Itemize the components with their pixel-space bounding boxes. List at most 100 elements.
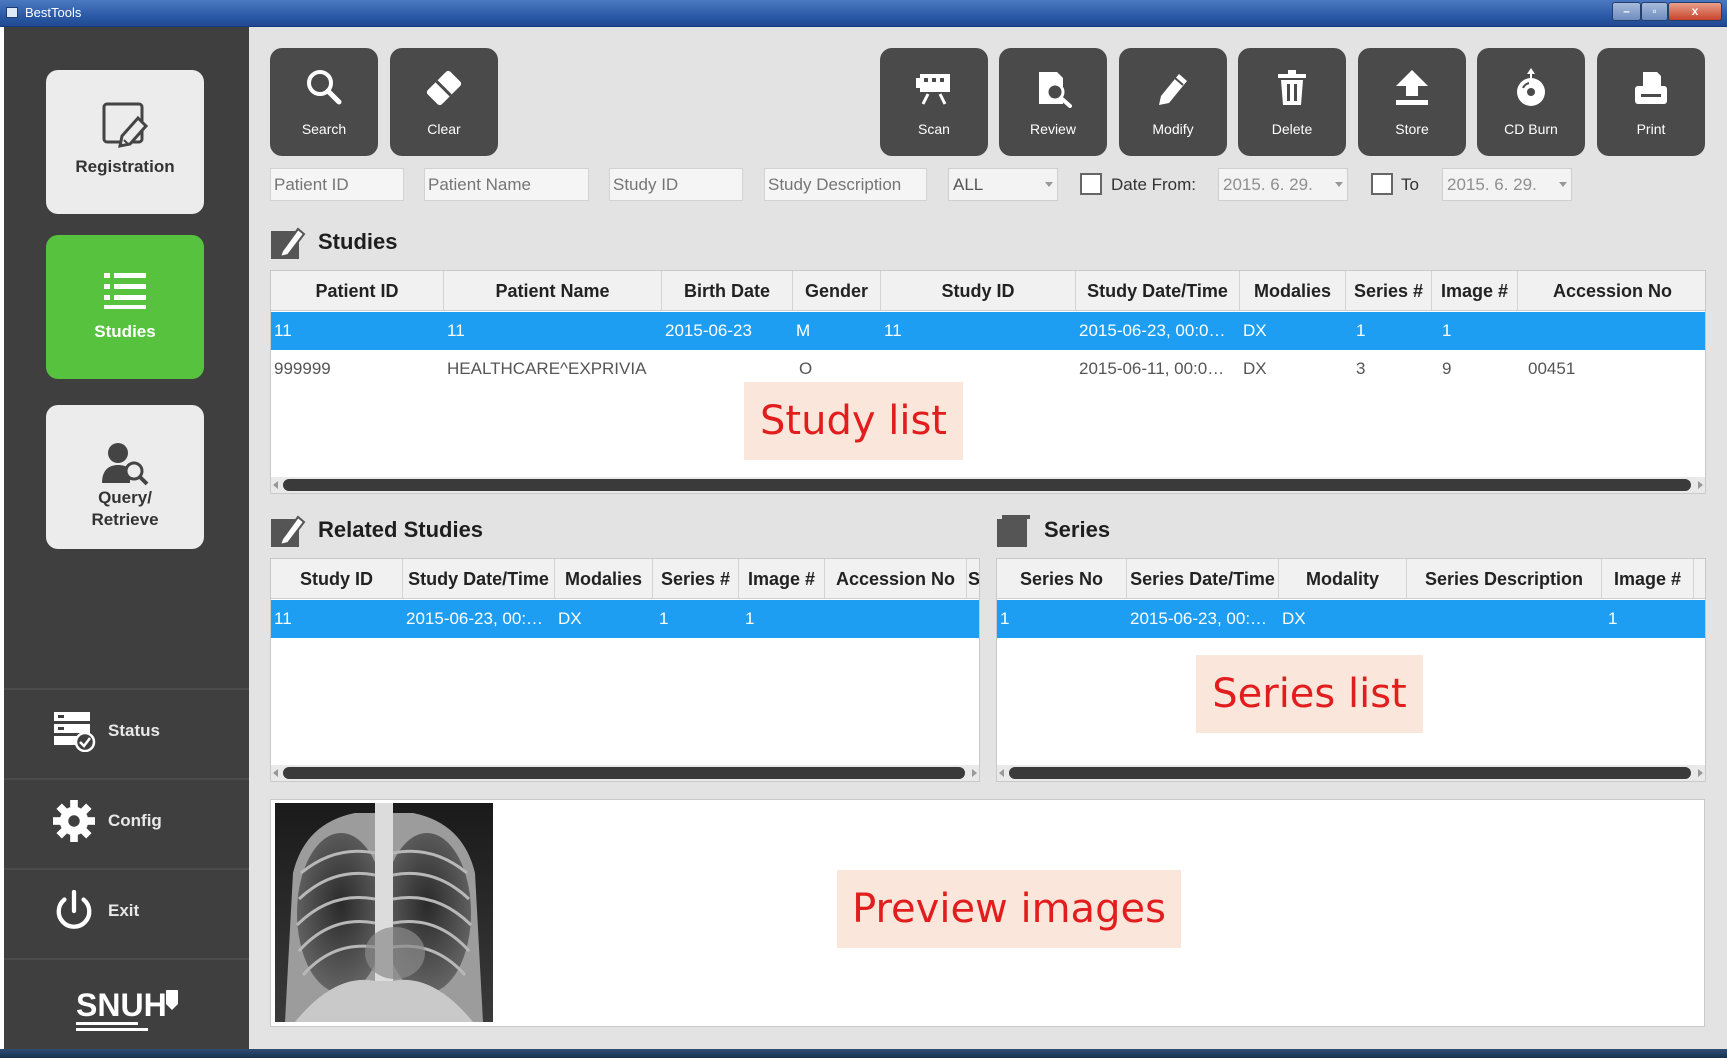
date-to-checkbox[interactable]	[1371, 173, 1393, 195]
column-header-series-count[interactable]: Series #	[1346, 271, 1432, 311]
related-studies-section-title: Related Studies	[318, 517, 484, 542]
column-header-study-id[interactable]: Study ID	[271, 559, 403, 599]
table-row[interactable]: 11 11 2015-06-23 M 11 2015-06-23, 00:0… …	[271, 312, 1705, 350]
related-studies-table: Study ID Study Date/Time Modalies Series…	[270, 558, 980, 782]
scroll-left-icon[interactable]	[273, 769, 278, 777]
cell-series-no: 1	[1000, 609, 1010, 628]
store-button[interactable]: Store	[1358, 48, 1466, 156]
cell-study-datetime: 2015-06-23, 00:0…	[1079, 321, 1226, 340]
column-header-series-datetime[interactable]: Series Date/Time	[1127, 559, 1279, 599]
series-horizontal-scrollbar[interactable]	[997, 765, 1705, 781]
print-button[interactable]: Print	[1597, 48, 1705, 156]
delete-button[interactable]: Delete	[1238, 48, 1346, 156]
sidebar-item-exit[interactable]: Exit	[4, 870, 249, 950]
snuh-logo: SNUH	[76, 987, 178, 1031]
cell-patient-name: 11	[447, 321, 465, 340]
cell-image-count: 1	[745, 609, 755, 628]
column-header-modalities[interactable]: Modalies	[555, 559, 653, 599]
store-button-label: Store	[1395, 121, 1429, 137]
study-id-input[interactable]	[613, 175, 739, 195]
review-button-label: Review	[1030, 121, 1076, 137]
date-from-value: 2015. 6. 29.	[1223, 175, 1313, 194]
trash-icon	[1278, 70, 1306, 105]
clear-button[interactable]: Clear	[390, 48, 498, 156]
column-header-patient-name[interactable]: Patient Name	[444, 271, 662, 311]
search-button[interactable]: Search	[270, 48, 378, 156]
chest-xray-thumbnail[interactable]	[275, 803, 493, 1022]
column-header-accession-no[interactable]: Accession No	[825, 559, 967, 599]
minimize-button[interactable]: –	[1612, 2, 1641, 21]
column-header-study-id[interactable]: Study ID	[881, 271, 1076, 311]
patient-id-input[interactable]	[274, 175, 400, 195]
list-icon	[104, 273, 146, 309]
column-header-modalities[interactable]: Modalies	[1240, 271, 1346, 311]
sidebar-divider	[4, 958, 249, 960]
modify-button[interactable]: Modify	[1119, 48, 1227, 156]
scrollbar-thumb[interactable]	[283, 767, 965, 779]
column-header-study-datetime[interactable]: Study Date/Time	[403, 559, 555, 599]
sidebar-item-config[interactable]: Config	[4, 780, 249, 860]
nav-registration-label: Registration	[75, 157, 175, 176]
column-header-truncated[interactable]: S	[967, 559, 979, 599]
os-taskbar	[0, 1049, 1727, 1058]
close-button[interactable]: x	[1668, 2, 1722, 21]
patient-name-field[interactable]	[424, 168, 589, 201]
cd-burn-button[interactable]: CD Burn	[1477, 48, 1585, 156]
study-id-field[interactable]	[609, 168, 743, 201]
scroll-right-icon[interactable]	[972, 769, 977, 777]
column-header-accession-no[interactable]: Accession No	[1518, 271, 1705, 311]
table-row[interactable]: 11 2015-06-23, 00:… DX 1 1	[271, 600, 979, 638]
study-description-field[interactable]	[764, 168, 927, 201]
printer-icon	[1635, 72, 1667, 104]
column-header-image-count[interactable]: Image #	[739, 559, 825, 599]
nav-registration[interactable]: Registration	[46, 70, 204, 214]
scroll-left-icon[interactable]	[273, 481, 278, 489]
cell-series-datetime: 2015-06-23, 00:…	[1130, 609, 1268, 628]
review-button[interactable]: Review	[999, 48, 1107, 156]
related-horizontal-scrollbar[interactable]	[271, 765, 979, 781]
scroll-left-icon[interactable]	[999, 769, 1004, 777]
cell-series-description	[1407, 600, 1602, 638]
column-header-series-description[interactable]: Series Description	[1407, 559, 1602, 599]
patient-id-field[interactable]	[270, 168, 404, 201]
column-header-series-count[interactable]: Series #	[653, 559, 739, 599]
study-description-input[interactable]	[768, 175, 923, 195]
table-row[interactable]: 999999 HEALTHCARE^EXPRIVIA O 2015-06-11,…	[271, 350, 1705, 388]
column-header-image-count[interactable]: Image #	[1432, 271, 1518, 311]
maximize-button[interactable]: ▫	[1641, 2, 1668, 21]
clear-button-label: Clear	[427, 121, 461, 137]
sidebar-item-exit-label: Exit	[108, 901, 140, 920]
table-row[interactable]: 1 2015-06-23, 00:… DX 1	[997, 600, 1705, 638]
column-header-gender[interactable]: Gender	[793, 271, 881, 311]
nav-retrieve-label: Retrieve	[91, 510, 159, 529]
studies-section-title: Studies	[318, 229, 398, 254]
nav-studies[interactable]: Studies	[46, 235, 204, 379]
cell-gender: M	[796, 321, 811, 340]
cell-study-datetime: 2015-06-11, 00:0…	[1079, 359, 1225, 378]
column-header-image-count[interactable]: Image #	[1602, 559, 1694, 599]
review-magnifier-icon	[1039, 72, 1072, 108]
sidebar-item-status[interactable]: Status	[4, 690, 249, 770]
scrollbar-thumb[interactable]	[283, 479, 1691, 491]
scroll-right-icon[interactable]	[1698, 481, 1703, 489]
app-icon	[6, 7, 18, 18]
cell-modality: DX	[1282, 609, 1306, 628]
date-from-checkbox[interactable]	[1080, 173, 1102, 195]
nav-query-retrieve[interactable]: Query/ Retrieve	[46, 405, 204, 549]
patient-name-input[interactable]	[428, 175, 585, 195]
column-header-modality[interactable]: Modality	[1279, 559, 1407, 599]
scrollbar-thumb[interactable]	[1009, 767, 1691, 779]
scroll-right-icon[interactable]	[1698, 769, 1703, 777]
modality-select[interactable]: ALL	[948, 168, 1058, 201]
column-header-series-no[interactable]: Series No	[997, 559, 1127, 599]
user-search-icon	[102, 443, 149, 486]
column-header-birth-date[interactable]: Birth Date	[662, 271, 793, 311]
cell-image-count: 9	[1442, 359, 1452, 378]
column-header-study-datetime[interactable]: Study Date/Time	[1076, 271, 1240, 311]
date-from-picker[interactable]: 2015. 6. 29.	[1218, 168, 1348, 201]
scan-button[interactable]: Scan	[880, 48, 988, 156]
date-to-picker[interactable]: 2015. 6. 29.	[1442, 168, 1572, 201]
studies-horizontal-scrollbar[interactable]	[271, 477, 1705, 493]
cell-accession-no: 00451	[1528, 359, 1576, 378]
column-header-patient-id[interactable]: Patient ID	[271, 271, 444, 311]
